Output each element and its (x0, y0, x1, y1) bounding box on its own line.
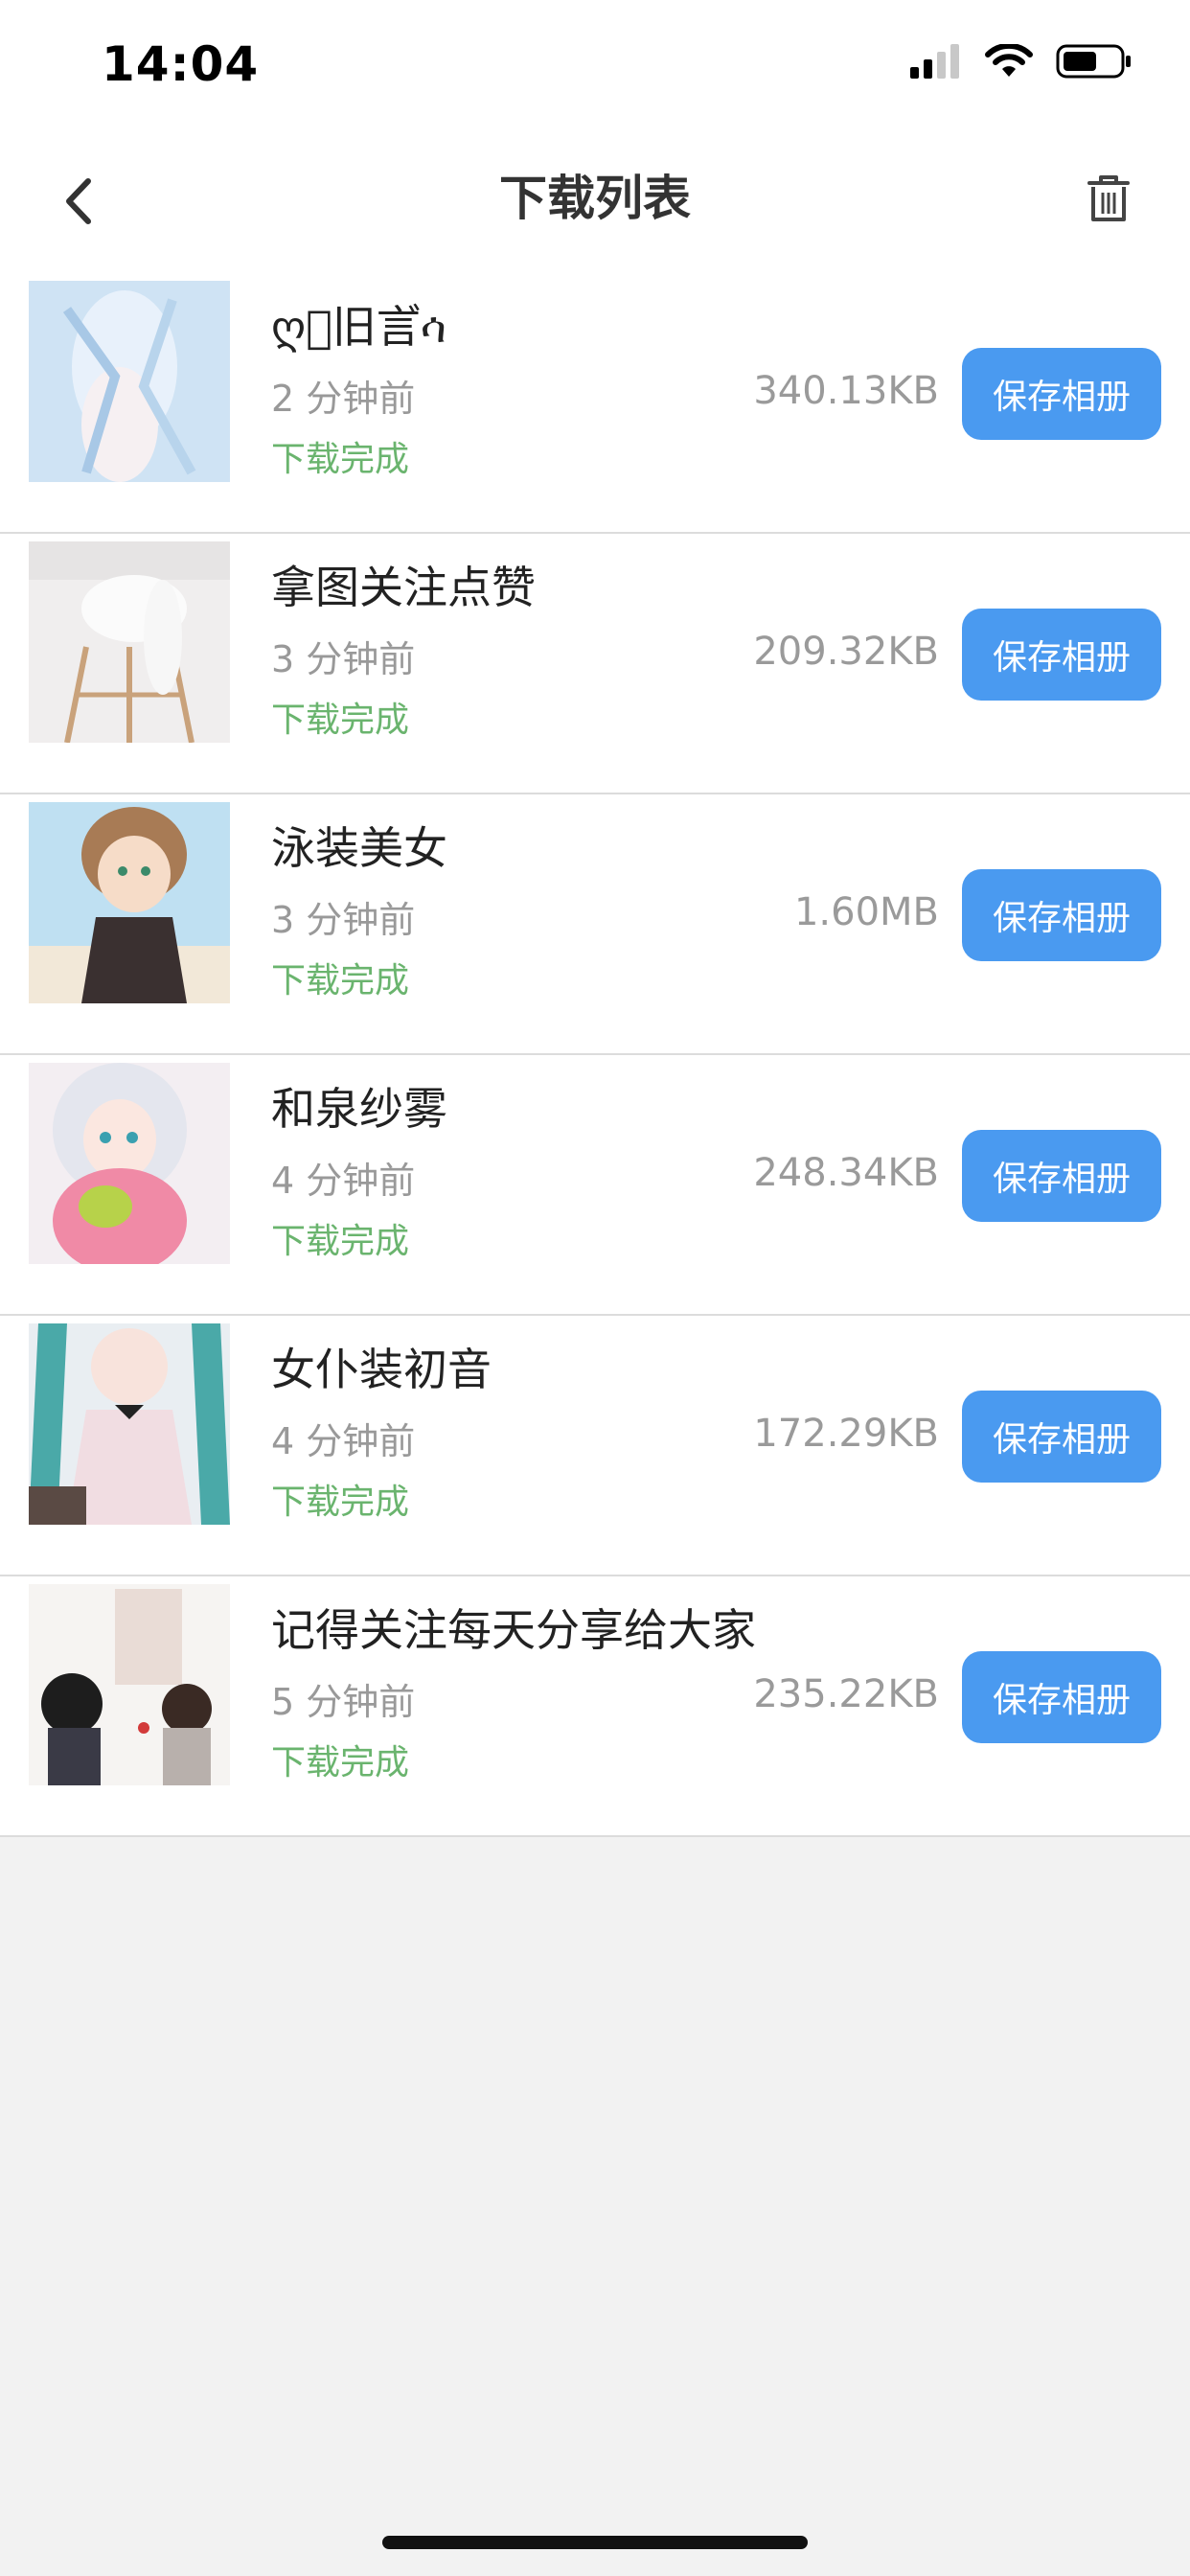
list-item: ღ゚旧言゙ሳ 2 分钟前 下载完成 340.13KB 保存相册 (0, 273, 1190, 534)
save-to-album-button[interactable]: 保存相册 (962, 1130, 1161, 1222)
item-status: 下载完成 (271, 1743, 410, 1782)
item-size: 1.60MB (793, 890, 939, 934)
list-item: 女仆装初音 4 分钟前 下载完成 172.29KB 保存相册 (0, 1316, 1190, 1576)
trash-icon (1087, 175, 1130, 221)
item-size: 235.22KB (753, 1672, 939, 1716)
item-title: 女仆装初音 (271, 1344, 492, 1395)
item-size: 209.32KB (753, 630, 939, 674)
item-status: 下载完成 (271, 1483, 410, 1522)
thumbnail-image (29, 1323, 230, 1525)
item-size: 172.29KB (753, 1412, 939, 1456)
download-list: ღ゚旧言゙ሳ 2 分钟前 下载完成 340.13KB 保存相册 拿图关注点赞 3… (0, 273, 1190, 1837)
item-status: 下载完成 (271, 961, 410, 1000)
cellular-signal-icon (910, 44, 962, 82)
delete-button[interactable] (1070, 160, 1147, 237)
item-title: 拿图关注点赞 (271, 562, 536, 613)
item-time: 5 分钟前 (271, 1681, 416, 1723)
item-time: 4 分钟前 (271, 1160, 416, 1202)
status-icons (910, 42, 1133, 84)
thumbnail-image (29, 1063, 230, 1264)
item-time: 3 分钟前 (271, 899, 416, 941)
save-to-album-button[interactable]: 保存相册 (962, 1391, 1161, 1483)
page-title: 下载列表 (499, 171, 691, 226)
item-status: 下载完成 (271, 440, 410, 479)
item-status: 下载完成 (271, 701, 410, 740)
battery-icon (1056, 42, 1133, 84)
item-time: 2 分钟前 (271, 378, 416, 420)
item-status: 下载完成 (271, 1222, 410, 1261)
save-to-album-button[interactable]: 保存相册 (962, 609, 1161, 701)
item-time: 3 分钟前 (271, 638, 416, 680)
nav-bar: 下载列表 (0, 129, 1190, 273)
item-title: 记得关注每天分享给大家 (271, 1604, 756, 1656)
list-item: 和泉纱雾 4 分钟前 下载完成 248.34KB 保存相册 (0, 1055, 1190, 1316)
save-to-album-button[interactable]: 保存相册 (962, 1651, 1161, 1743)
save-to-album-button[interactable]: 保存相册 (962, 869, 1161, 961)
item-title: 泳装美女 (271, 822, 447, 874)
thumbnail-image (29, 281, 230, 482)
wifi-icon (985, 42, 1033, 82)
list-item: 记得关注每天分享给大家 5 分钟前 下载完成 235.22KB 保存相册 (0, 1576, 1190, 1837)
save-to-album-button[interactable]: 保存相册 (962, 348, 1161, 440)
status-bar: 14:04 (0, 0, 1190, 129)
item-time: 4 分钟前 (271, 1420, 416, 1462)
thumbnail-image (29, 802, 230, 1003)
item-title: 和泉纱雾 (271, 1083, 447, 1135)
item-size: 340.13KB (753, 369, 939, 413)
status-time: 14:04 (102, 36, 260, 92)
list-item: 拿图关注点赞 3 分钟前 下载完成 209.32KB 保存相册 (0, 534, 1190, 794)
thumbnail-image (29, 1584, 230, 1785)
item-size: 248.34KB (753, 1151, 939, 1195)
list-item: 泳装美女 3 分钟前 下载完成 1.60MB 保存相册 (0, 794, 1190, 1055)
item-title: ღ゚旧言゙ሳ (271, 301, 446, 353)
thumbnail-image (29, 541, 230, 743)
home-indicator (382, 2536, 808, 2549)
